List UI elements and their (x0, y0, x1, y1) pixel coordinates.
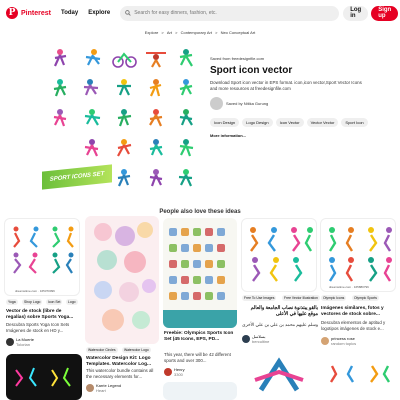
card-source: dreamstime.com · 165880796 (329, 285, 369, 289)
card-user[interactable]: بسلاسل bercultine (242, 334, 269, 344)
saved-by[interactable]: Saved by Nitika Gurung (210, 96, 370, 110)
runner-thumbnail (254, 357, 304, 392)
card-title[interactable]: Imágenes similares, fotos y vectores de … (321, 306, 397, 318)
card-source: dreamstime.com · 165370096 (15, 289, 55, 293)
tag-chip[interactable]: Sport Icon (341, 117, 368, 127)
avatar[interactable] (6, 338, 14, 346)
card-user[interactable]: La Muerte Tolorian (6, 337, 34, 347)
breadcrumb: Explore > Art > Contemporary Art > Neo C… (0, 30, 400, 35)
card-tag[interactable]: Watercolor Logo (122, 347, 151, 353)
breadcrumb-item[interactable]: Art (167, 30, 172, 35)
card-user-board: Tolorian (16, 342, 31, 347)
card-user[interactable]: princess rose random topics (321, 336, 356, 346)
card-description: وسلم عليهم محمد بن علي بن علي الأخرى (242, 322, 318, 327)
card-title[interactable]: Freebie: Olympics Sports Icon Set (45 Ic… (164, 331, 238, 343)
breadcrumb-separator: > (161, 30, 164, 35)
neon-sports-thumbnail (15, 367, 71, 387)
card-title[interactable]: Vector de stock (libre de regalías) sobr… (6, 309, 82, 321)
saved-by-label: Saved by Nitika Gurung (226, 100, 269, 106)
card-tag[interactable]: Yoga (6, 299, 18, 305)
pin-tags: Icon Design Logo Design Icon Vector Vect… (210, 117, 370, 127)
avatar[interactable] (86, 384, 94, 392)
card-description: Descubra Sports Yoga Icon Sets Imágenes … (6, 322, 70, 333)
card-user[interactable]: Henry 3300 (164, 367, 185, 377)
tag-chip[interactable]: Logo Design (242, 117, 273, 127)
search-icon (125, 10, 131, 16)
related-pin-image[interactable] (241, 350, 317, 400)
avatar[interactable] (321, 337, 329, 345)
card-user[interactable]: Karrie Legend Heart (86, 383, 121, 393)
card-tag[interactable]: Icon Set (46, 299, 63, 305)
related-pin-image[interactable] (6, 354, 82, 400)
search-input[interactable] (134, 10, 335, 16)
nav-today[interactable]: Today (61, 10, 78, 16)
related-pin-image[interactable] (163, 218, 237, 328)
breadcrumb-item[interactable]: Explore (145, 30, 159, 35)
sports-yoga-icons-thumbnail (13, 226, 74, 274)
search-bar[interactable] (120, 5, 340, 21)
card-user-board: Heart (96, 388, 106, 393)
card-user-board: 3300 (174, 372, 183, 377)
card-description: Descubra elementos de aptitud y logotipo… (321, 320, 386, 331)
signup-button[interactable]: Sign up (371, 5, 399, 21)
card-user-board: random topics (331, 341, 357, 346)
more-information-link[interactable]: More information... (210, 133, 370, 138)
card-description: This watercolor bundle contains all the … (86, 368, 154, 379)
card-user-board: bercultine (252, 339, 270, 344)
breadcrumb-separator: > (215, 30, 218, 35)
card-title[interactable]: Watercolor Design Kit: Logo Templates. W… (86, 356, 160, 368)
pin-source[interactable]: Saved from freedesignfile.com (210, 56, 370, 61)
card-tag[interactable]: Logo (66, 299, 78, 305)
logo-text: Pinterest (21, 9, 51, 17)
sport-icon-grid (53, 49, 194, 187)
related-pin-image[interactable] (241, 218, 317, 292)
tag-chip[interactable]: Vector Vector (306, 117, 339, 127)
avatar[interactable] (164, 368, 172, 376)
tag-chip[interactable]: Icon Design (210, 117, 240, 127)
avatar[interactable] (210, 96, 223, 110)
pin-image[interactable]: SPORT ICONS SET (38, 42, 204, 202)
card-description: This year, there will be 42 different sp… (164, 352, 231, 363)
breadcrumb-item[interactable]: Neo Conceptual Art (221, 30, 256, 35)
card-tag[interactable]: Olympic Sports (352, 295, 379, 301)
related-pin-image[interactable] (85, 216, 159, 344)
pinterest-logo[interactable]: P Pinterest (6, 7, 51, 19)
card-tag[interactable]: Olympic Icons (321, 295, 347, 301)
sports-icons-thumbnail (329, 365, 391, 383)
pinterest-logo-icon: P (6, 7, 18, 19)
card-tag[interactable]: Watercolor Circles (86, 347, 118, 353)
card-tag[interactable]: Free Vector Illustration (282, 295, 320, 301)
pin-info-panel: Saved from freedesignfile.com Sport icon… (210, 56, 370, 138)
card-tag[interactable]: Shop Logo (22, 299, 43, 305)
pin-title: Sport icon vector (210, 65, 293, 76)
related-pin-image[interactable]: dreamstime.com · 165370096 (4, 218, 80, 296)
related-pin-image[interactable] (163, 382, 237, 400)
pin-description: Download Sport icon vector in EPS format… (210, 80, 362, 91)
watercolor-logos-thumbnail (94, 222, 156, 331)
nav-explore[interactable]: Explore (88, 10, 110, 16)
avatar[interactable] (242, 335, 250, 343)
related-pin-image[interactable] (320, 350, 396, 400)
colorful-athletes-thumbnail (250, 227, 313, 282)
olympic-sports-icons-thumbnail (328, 227, 392, 282)
card-title[interactable]: بالقو يبتذنوة نصاب الجامعة والعالم موقع … (242, 306, 318, 318)
top-header: P Pinterest Today Explore Log in Sign up… (0, 0, 400, 26)
card-tag[interactable]: Free To Use Images (242, 295, 277, 301)
olympics-icons-thumbnail (163, 228, 237, 328)
also-love-heading: People also love these ideas (159, 209, 241, 215)
breadcrumb-separator: > (175, 30, 178, 35)
login-button[interactable]: Log in (343, 5, 369, 21)
related-pin-image[interactable]: dreamstime.com · 165880796 (320, 218, 396, 292)
tag-chip[interactable]: Icon Vector (275, 117, 304, 127)
breadcrumb-item[interactable]: Contemporary Art (181, 30, 212, 35)
